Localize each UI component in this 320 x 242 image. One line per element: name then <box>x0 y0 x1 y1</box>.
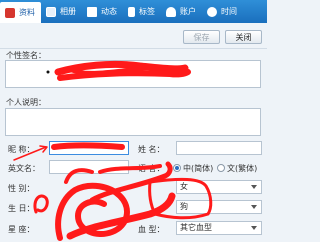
clock-icon <box>207 6 217 17</box>
language-radio-traditional[interactable] <box>217 164 225 172</box>
signature-field[interactable] <box>5 60 261 88</box>
close-button[interactable]: 关闭 <box>225 30 262 44</box>
tab-profile[interactable]: 资料 <box>0 2 41 23</box>
name-input[interactable] <box>176 141 262 155</box>
description-field[interactable] <box>5 108 261 136</box>
chevron-down-icon <box>251 205 257 209</box>
english-name-label: 英文名： <box>8 164 40 173</box>
tab-time[interactable]: 时间 <box>202 0 243 23</box>
language-option-traditional: 文(繁体) <box>227 164 258 173</box>
save-button[interactable]: 保存 <box>183 30 220 44</box>
toolbar-divider <box>0 48 267 49</box>
tag-icon <box>128 6 135 17</box>
chevron-down-icon <box>251 226 257 230</box>
feed-icon <box>87 6 97 17</box>
tab-account[interactable]: 账户 <box>161 0 202 23</box>
photo-icon <box>46 6 56 17</box>
account-icon <box>166 6 176 17</box>
tab-feed[interactable]: 动态 <box>82 0 123 23</box>
gender-select[interactable]: 女 <box>176 180 262 194</box>
blood-type-value: 其它血型 <box>180 223 212 232</box>
tab-label: 标签 <box>139 7 155 16</box>
tab-label: 动态 <box>101 7 117 16</box>
blood-type-label: 血 型： <box>138 225 165 234</box>
tab-label: 时间 <box>221 7 237 16</box>
english-name-input[interactable] <box>49 160 129 174</box>
profile-icon <box>5 7 15 18</box>
constellation-label: 星 座： <box>8 225 35 234</box>
tab-label: 资料 <box>19 8 35 17</box>
tab-label: 账户 <box>180 7 196 16</box>
blood-type-select[interactable]: 其它血型 <box>176 221 262 235</box>
nickname-label: 昵 称： <box>8 145 35 154</box>
birthday-label: 生 日： <box>8 204 35 213</box>
tab-album[interactable]: 相册 <box>41 0 82 23</box>
language-radio-simplified[interactable] <box>173 164 181 172</box>
tab-bar: 资料 相册 动态 标签 账户 时间 <box>0 0 267 23</box>
gender-label: 性 别： <box>8 184 35 193</box>
language-option-simplified: 中(简体) <box>183 164 214 173</box>
gender-value: 女 <box>180 182 188 191</box>
nickname-input[interactable] <box>49 141 129 155</box>
zodiac-select[interactable]: 狗 <box>176 200 262 214</box>
name-label: 姓 名： <box>138 145 165 154</box>
zodiac-value: 狗 <box>180 202 188 211</box>
description-label: 个人说明： <box>6 98 46 107</box>
tab-label: 相册 <box>60 7 76 16</box>
chevron-down-icon <box>251 185 257 189</box>
language-label: 语 言： <box>138 164 165 173</box>
tab-tags[interactable]: 标签 <box>123 0 161 23</box>
